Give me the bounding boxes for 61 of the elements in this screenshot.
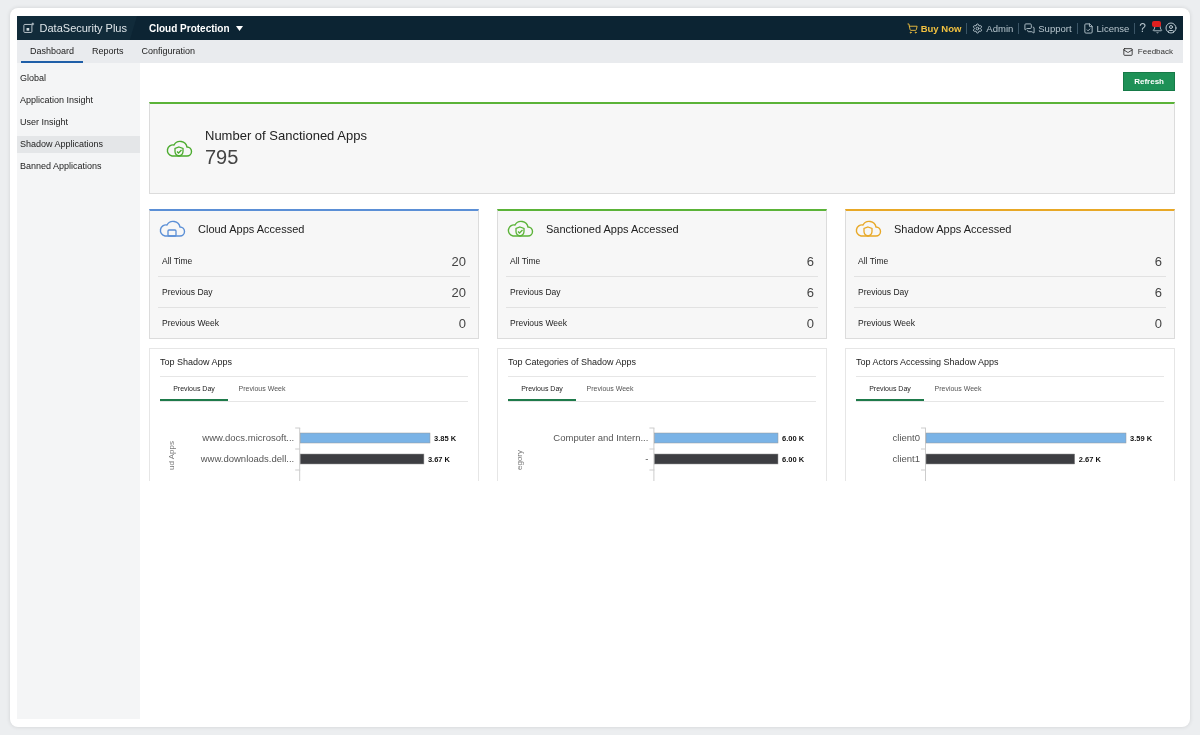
mail-icon: [1122, 46, 1133, 57]
y-axis: [920, 427, 927, 481]
card-title: Sanctioned Apps Accessed: [546, 222, 679, 235]
stat-value: 6: [806, 253, 814, 269]
card-title: Shadow Apps Accessed: [894, 222, 1012, 235]
user-icon[interactable]: [1165, 22, 1177, 34]
y-axis: [648, 427, 655, 481]
header-link[interactable]: License: [1077, 22, 1136, 34]
chart-title: Top Categories of Shadow Apps: [508, 349, 816, 377]
category-label: client0: [892, 432, 920, 443]
stat-value: 0: [806, 315, 814, 331]
bell-icon[interactable]: [1150, 22, 1165, 34]
header-link[interactable]: Support: [1019, 22, 1078, 34]
category-label: client1: [892, 453, 920, 464]
category-label: -: [645, 453, 649, 464]
chart-title: Top Actors Accessing Shadow Apps: [856, 349, 1164, 377]
sidebar-item[interactable]: Global: [17, 70, 140, 87]
chat-icon: [1024, 22, 1036, 34]
stat-label: Previous Day: [162, 287, 213, 297]
feedback-button[interactable]: Feedback: [1116, 40, 1183, 63]
category-label: Computer and Intern...: [553, 432, 649, 443]
sidebar-item[interactable]: Application Insight: [17, 92, 140, 109]
stat-value: 6: [1154, 253, 1162, 269]
gear-icon: [972, 22, 984, 34]
stat-label: All Time: [510, 256, 541, 266]
stat-label: Previous Week: [510, 318, 567, 328]
stat-value: 6: [1154, 284, 1162, 300]
caret-icon: [235, 25, 243, 31]
module-dropdown[interactable]: Cloud Protection: [145, 20, 247, 36]
axis-title: ud Apps: [167, 441, 176, 470]
nav-tab[interactable]: Configuration: [132, 40, 205, 63]
stat-label: Previous Day: [510, 287, 561, 297]
axis-title: egory: [515, 450, 524, 470]
header-link[interactable]: Admin: [967, 22, 1020, 34]
summary-value: 795: [205, 146, 240, 169]
category-label: www.downloads.dell...: [200, 453, 295, 464]
stat-label: Previous Week: [858, 318, 915, 328]
stat-value: 20: [451, 284, 466, 300]
stat-label: All Time: [858, 256, 889, 266]
product-name: DataSecurity Plus: [39, 22, 127, 34]
y-axis: [294, 427, 301, 481]
sidebar-item[interactable]: User Insight: [17, 114, 140, 131]
nav-tab[interactable]: Reports: [83, 40, 133, 63]
stat-label: Previous Day: [858, 287, 909, 297]
sidebar-item[interactable]: Shadow Applications: [17, 136, 140, 153]
stat-value: 6: [806, 284, 814, 300]
chart-title: Top Shadow Apps: [160, 349, 468, 377]
stat-value: 0: [1154, 315, 1162, 331]
help-link[interactable]: ?: [1135, 21, 1150, 35]
stat-value: 20: [451, 253, 466, 269]
stat-value: 0: [458, 315, 466, 331]
header-link[interactable]: Buy Now: [901, 22, 968, 34]
stat-label: Previous Week: [162, 318, 219, 328]
card-title: Cloud Apps Accessed: [198, 222, 305, 235]
document-icon: [1082, 22, 1094, 34]
refresh-button[interactable]: Refresh: [1123, 72, 1175, 91]
sidebar-item[interactable]: Banned Applications: [17, 158, 140, 175]
category-label: www.docs.microsoft...: [202, 432, 295, 443]
summary-title: Number of Sanctioned Apps: [205, 128, 367, 143]
cart-icon: [906, 22, 918, 34]
stat-label: All Time: [162, 256, 193, 266]
